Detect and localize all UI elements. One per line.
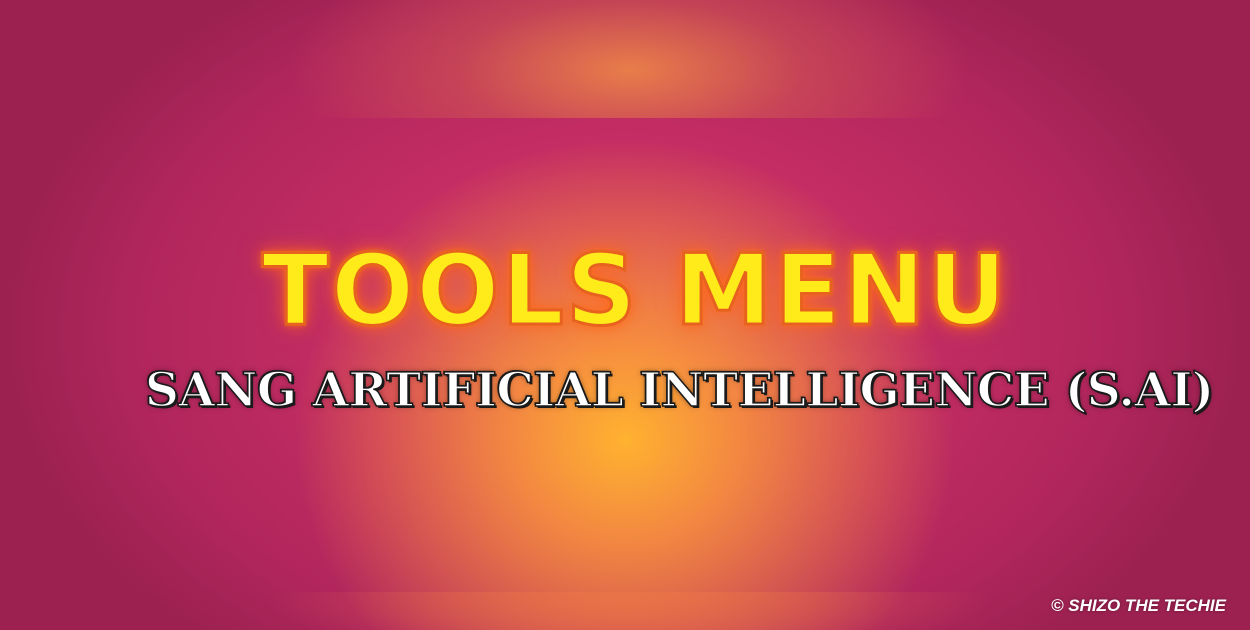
banner-title: TOOLS MENU: [261, 234, 1009, 348]
top-glow-band: [250, 0, 1010, 118]
banner-background: TOOLS MENU SANG ARTIFICIAL INTELLIGENCE …: [0, 0, 1250, 630]
bottom-glow-band: [250, 592, 1010, 630]
banner-subtitle: SANG ARTIFICIAL INTELLIGENCE (S.AI): [144, 362, 1215, 419]
copyright-watermark: © SHIZO THE TECHIE: [1051, 596, 1226, 615]
